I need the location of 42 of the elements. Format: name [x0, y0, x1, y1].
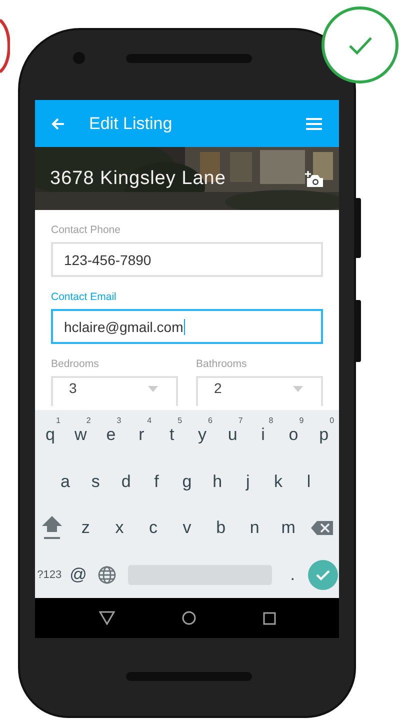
key[interactable]: z	[68, 508, 103, 548]
input-field[interactable]: 123-456-7890	[51, 242, 323, 277]
key[interactable]: c	[136, 508, 170, 548]
key[interactable]: j	[232, 462, 264, 502]
ring-icon	[0, 18, 10, 74]
key[interactable]: .	[278, 554, 308, 595]
dropdown-arrow-icon	[293, 386, 303, 392]
add-photo-icon[interactable]	[304, 170, 324, 188]
field-label: Bedrooms	[51, 358, 100, 370]
listing-title: 3678 Kingsley Lane	[50, 168, 227, 190]
screen-title: Edit Listing	[89, 114, 174, 134]
key[interactable]: h	[202, 462, 233, 502]
key[interactable]: k	[263, 462, 294, 502]
shift-icon[interactable]	[40, 515, 63, 542]
check-circle-icon	[321, 6, 399, 84]
key[interactable]: m	[271, 508, 306, 548]
key[interactable]: g	[172, 462, 202, 502]
dropdown-arrow-icon	[148, 386, 158, 392]
back-icon[interactable]	[98, 611, 114, 625]
home-icon[interactable]	[182, 611, 196, 625]
field-label: Contact Phone	[51, 224, 122, 236]
key[interactable]: f	[141, 462, 172, 502]
done-key-icon[interactable]	[307, 558, 339, 591]
key[interactable]: d	[110, 462, 142, 502]
key[interactable]: b	[204, 508, 238, 548]
menu-icon[interactable]	[305, 116, 323, 130]
key[interactable]: a	[50, 462, 80, 502]
dropdown[interactable]: 2	[196, 376, 323, 406]
dropdown[interactable]: 3	[51, 376, 178, 406]
key[interactable]: @	[64, 554, 93, 595]
key[interactable]: l	[294, 462, 324, 502]
input-field[interactable]: hclaire@gmail.com	[51, 309, 323, 344]
recents-icon[interactable]	[262, 612, 276, 624]
globe-icon[interactable]	[98, 566, 116, 584]
backspace-icon[interactable]	[311, 521, 334, 536]
field-label: Contact Email	[51, 291, 118, 303]
key[interactable]: v	[170, 508, 204, 548]
field-label: Bathrooms	[196, 358, 248, 370]
key[interactable]: n	[238, 508, 272, 548]
symbols-key[interactable]: ?123	[35, 554, 64, 595]
key[interactable]: x	[102, 508, 136, 548]
key[interactable]: s	[80, 462, 111, 502]
